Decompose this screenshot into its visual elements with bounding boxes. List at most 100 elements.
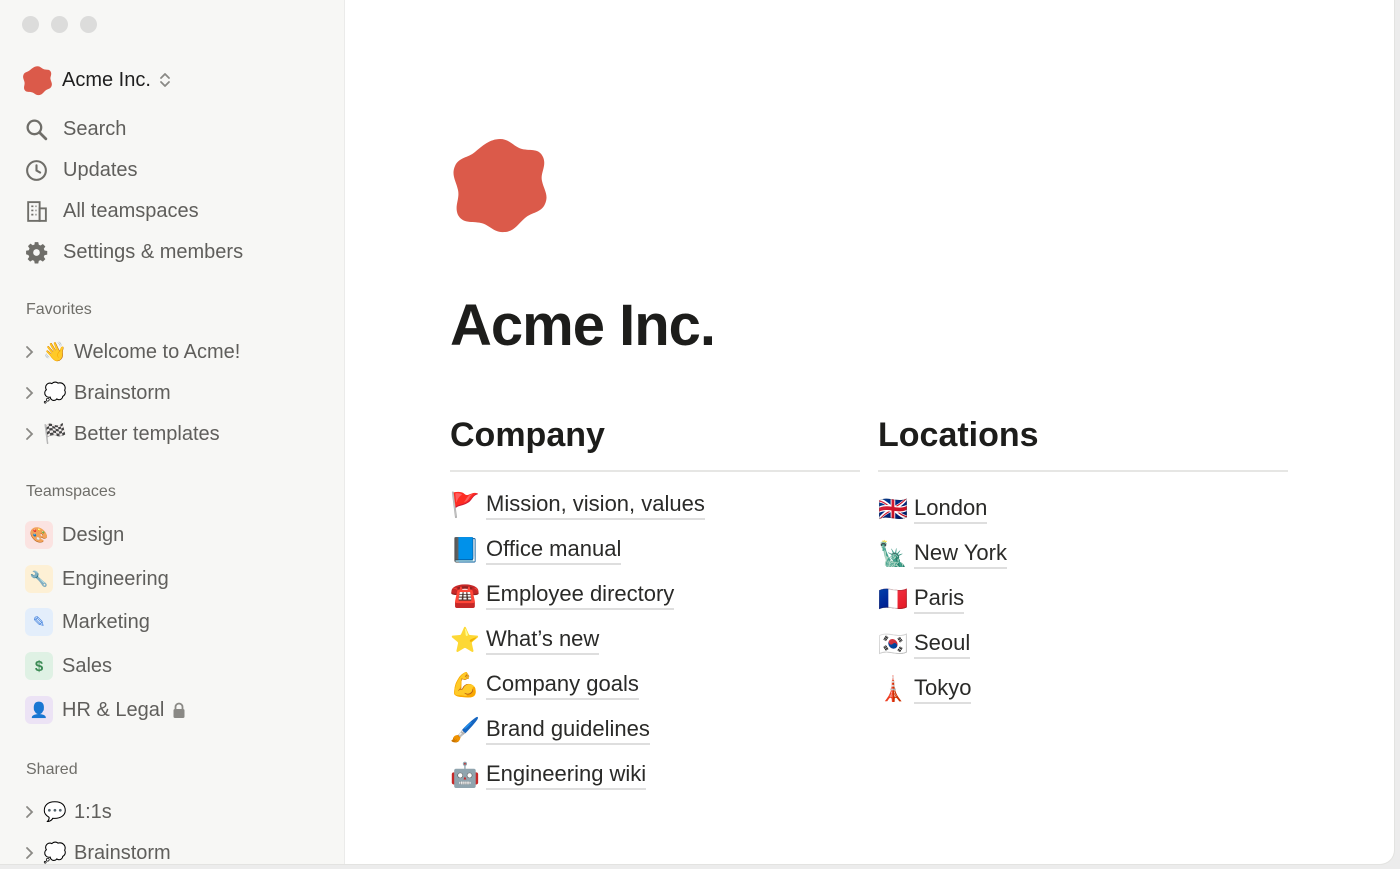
page-link-label: Employee directory bbox=[486, 581, 675, 610]
page-link-label: Seoul bbox=[914, 630, 971, 659]
favorite-item[interactable]: 🏁 Better templates bbox=[23, 419, 220, 449]
chevron-right-icon[interactable] bbox=[23, 426, 36, 442]
chevron-right-icon[interactable] bbox=[23, 344, 36, 360]
page-link[interactable]: ⭐ What’s new bbox=[450, 623, 600, 657]
teamspace-label: HR & Legal bbox=[62, 698, 165, 721]
workspace-name: Acme Inc. bbox=[62, 68, 151, 91]
statue-of-liberty-icon: 🗽 bbox=[878, 540, 908, 568]
teamspace-label: Sales bbox=[62, 654, 113, 677]
teamspace-item-sales[interactable]: $ Sales bbox=[25, 651, 112, 681]
lock-icon bbox=[173, 702, 185, 718]
korea-flag-icon: 🇰🇷 bbox=[878, 630, 908, 658]
nav-search[interactable]: Search bbox=[24, 114, 126, 144]
nav-all-teamspaces[interactable]: All teamspaces bbox=[24, 196, 199, 226]
shared-item[interactable]: 💬 1:1s bbox=[23, 797, 112, 827]
shared-item[interactable]: 💭 Brainstorm bbox=[23, 838, 171, 864]
uk-flag-icon: 🇬🇧 bbox=[878, 495, 908, 523]
workspace-switcher[interactable]: Acme Inc. bbox=[22, 64, 172, 96]
locations-column: Locations 🇬🇧 London 🗽 New York 🇫🇷 Paris … bbox=[878, 416, 1288, 704]
tokyo-tower-icon: 🗼 bbox=[878, 675, 908, 703]
company-column: Company 🚩 Mission, vision, values 📘 Offi… bbox=[450, 416, 860, 790]
teamspace-item-marketing[interactable]: ✎ Marketing bbox=[25, 607, 150, 637]
page-link[interactable]: 🗼 Tokyo bbox=[878, 672, 972, 706]
favorite-item-label: Welcome to Acme! bbox=[74, 340, 241, 363]
page-link[interactable]: 🗽 New York bbox=[878, 537, 1007, 571]
person-icon: 👤 bbox=[25, 696, 53, 724]
page-link-label: Mission, vision, values bbox=[486, 491, 705, 520]
shared-heading[interactable]: Shared bbox=[26, 761, 78, 779]
checkered-flag-icon: 🏁 bbox=[43, 424, 67, 445]
speech-balloon-icon: 💬 bbox=[43, 802, 67, 823]
waving-hand-icon: 👋 bbox=[43, 342, 67, 363]
minimize-window-button[interactable] bbox=[51, 16, 68, 33]
teamspace-label: Marketing bbox=[62, 610, 150, 633]
page-link[interactable]: 💪 Company goals bbox=[450, 668, 639, 702]
page-link[interactable]: 🤖 Engineering wiki bbox=[450, 758, 647, 792]
building-icon bbox=[27, 200, 47, 222]
chevron-right-icon[interactable] bbox=[23, 804, 36, 820]
thought-balloon-icon: 💭 bbox=[43, 383, 67, 404]
locations-heading[interactable]: Locations bbox=[878, 416, 1288, 472]
page-link-label: Engineering wiki bbox=[486, 761, 647, 790]
page-link-label: Tokyo bbox=[914, 675, 972, 704]
workspace-logo-icon bbox=[23, 65, 52, 95]
flag-icon: 🚩 bbox=[450, 491, 480, 519]
gear-icon bbox=[26, 241, 48, 264]
wrench-icon: 🔧 bbox=[25, 565, 53, 593]
favorites-heading[interactable]: Favorites bbox=[26, 301, 92, 319]
palette-icon: 🎨 bbox=[25, 521, 53, 549]
teamspace-label: Engineering bbox=[62, 567, 169, 590]
telephone-icon: ☎️ bbox=[450, 581, 480, 609]
sidebar: Acme Inc. Search Updates All teamspaces … bbox=[0, 0, 345, 864]
page-link-label: London bbox=[914, 495, 988, 524]
teamspace-item-hr-legal[interactable]: 👤 HR & Legal bbox=[25, 695, 186, 725]
favorite-item[interactable]: 💭 Brainstorm bbox=[23, 378, 171, 408]
app-window: Acme Inc. Search Updates All teamspaces … bbox=[0, 0, 1394, 864]
paintbrush-icon: 🖌️ bbox=[450, 716, 480, 744]
nav-all-teamspaces-label: All teamspaces bbox=[63, 199, 199, 222]
close-window-button[interactable] bbox=[22, 16, 39, 33]
page-title[interactable]: Acme Inc. bbox=[450, 292, 716, 359]
page-link[interactable]: 🇬🇧 London bbox=[878, 492, 988, 526]
thought-balloon-icon: 💭 bbox=[43, 843, 67, 864]
chevron-right-icon[interactable] bbox=[23, 385, 36, 401]
robot-icon: 🤖 bbox=[450, 761, 480, 789]
page-link-label: What’s new bbox=[486, 626, 600, 655]
chevron-right-icon[interactable] bbox=[23, 845, 36, 861]
zoom-window-button[interactable] bbox=[80, 16, 97, 33]
search-icon bbox=[26, 119, 48, 140]
favorite-item[interactable]: 👋 Welcome to Acme! bbox=[23, 337, 240, 367]
nav-updates-label: Updates bbox=[63, 158, 138, 181]
page-link[interactable]: 🇫🇷 Paris bbox=[878, 582, 965, 616]
chevron-up-down-icon bbox=[160, 73, 170, 87]
teamspace-item-engineering[interactable]: 🔧 Engineering bbox=[25, 564, 169, 594]
nav-updates[interactable]: Updates bbox=[24, 155, 138, 185]
teamspace-item-design[interactable]: 🎨 Design bbox=[25, 520, 124, 550]
book-icon: 📘 bbox=[450, 536, 480, 564]
shared-item-label: Brainstorm bbox=[74, 841, 171, 864]
page-link[interactable]: ☎️ Employee directory bbox=[450, 578, 675, 612]
favorite-item-label: Better templates bbox=[74, 422, 220, 445]
page-link-label: Office manual bbox=[486, 536, 622, 565]
shared-item-label: 1:1s bbox=[74, 800, 112, 823]
page-link-label: New York bbox=[914, 540, 1007, 569]
dollar-icon: $ bbox=[25, 652, 53, 680]
clock-icon bbox=[26, 159, 47, 181]
page-link-label: Company goals bbox=[486, 671, 639, 700]
window-controls bbox=[22, 16, 97, 33]
page-link-label: Paris bbox=[914, 585, 965, 614]
page-link[interactable]: 🇰🇷 Seoul bbox=[878, 627, 971, 661]
teamspace-label: Design bbox=[62, 523, 125, 546]
favorite-item-label: Brainstorm bbox=[74, 381, 171, 404]
teamspaces-heading[interactable]: Teamspaces bbox=[26, 483, 116, 501]
page-link[interactable]: 📘 Office manual bbox=[450, 533, 622, 567]
flexed-biceps-icon: 💪 bbox=[450, 671, 480, 699]
star-icon: ⭐ bbox=[450, 626, 480, 654]
company-heading[interactable]: Company bbox=[450, 416, 860, 472]
nav-settings-members-label: Settings & members bbox=[63, 240, 244, 263]
nav-settings-members[interactable]: Settings & members bbox=[24, 237, 243, 267]
page-icon[interactable] bbox=[450, 135, 550, 235]
page-link[interactable]: 🚩 Mission, vision, values bbox=[450, 488, 705, 522]
page-link[interactable]: 🖌️ Brand guidelines bbox=[450, 713, 650, 747]
france-flag-icon: 🇫🇷 bbox=[878, 585, 908, 613]
